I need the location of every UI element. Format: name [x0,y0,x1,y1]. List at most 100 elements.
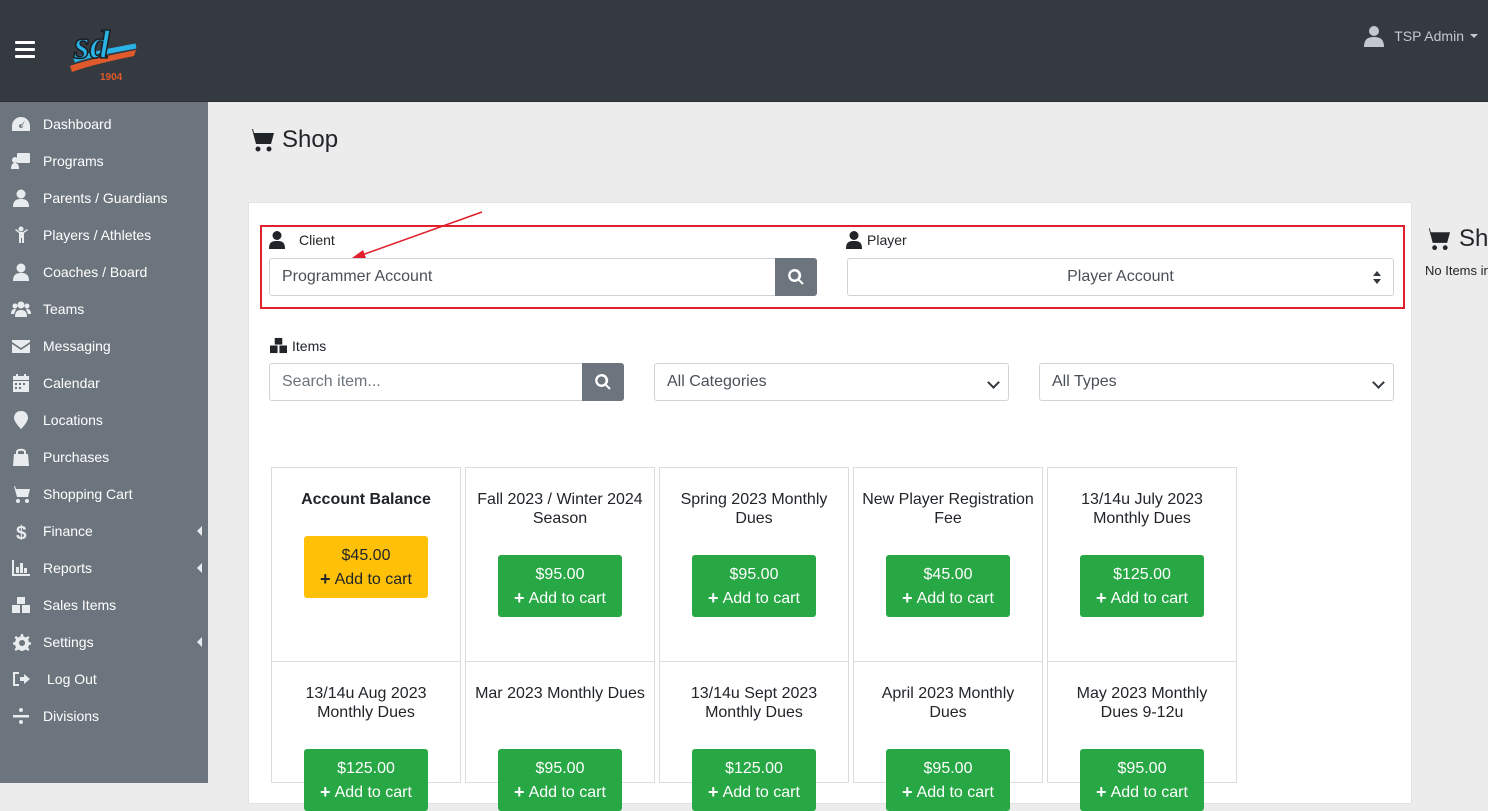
sidebar-item-label: Teams [43,300,85,317]
add-to-cart-button[interactable]: $45.00 + Add to cart [886,555,1010,617]
product-price: $95.00 [535,760,585,777]
divide-icon [10,706,32,726]
cart-empty-text: No Items in cart [1425,263,1488,278]
sidebar-item-label: Players / Athletes [43,226,152,243]
category-select[interactable]: All Categories [654,363,1009,401]
product-name: 13/14u Sept 2023 Monthly Dues [690,685,818,721]
sidebar-item-finance[interactable]: $ Finance [0,512,208,549]
add-to-cart-label: Add to cart [722,784,800,801]
product-name: April 2023 Monthly Dues [881,685,1015,721]
item-search-input[interactable]: Search item... [269,363,584,401]
cart-panel-title: Shopping Cart [1425,225,1488,253]
plus-icon: + [320,569,331,589]
search-icon [595,374,611,390]
caret-down-icon [1470,34,1478,38]
product-price: $125.00 [337,760,395,777]
page-title: Shop [248,126,338,154]
cubes-icon [270,337,287,354]
envelope-icon [10,336,32,356]
item-search-placeholder: Search item... [282,373,381,390]
user-icon [269,231,285,249]
chevron-left-icon [197,637,202,647]
sidebar-item-locations[interactable]: Locations [0,401,208,438]
player-label: Player [846,231,907,249]
add-to-cart-button[interactable]: $95.00 + Add to cart [1080,749,1204,811]
sidebar-item-messaging[interactable]: Messaging [0,327,208,364]
product-card: April 2023 Monthly Dues $95.00 + Add to c… [853,661,1043,811]
add-to-cart-label: Add to cart [916,784,994,801]
client-input-value: Programmer Account [282,268,433,285]
hamburger-menu-icon[interactable] [15,41,35,58]
product-name: Spring 2023 Monthly Dues [680,491,828,527]
plus-icon: + [514,588,525,608]
add-to-cart-button[interactable]: $125.00 + Add to cart [304,749,428,811]
sidebar-item-label: Locations [43,411,103,428]
sidebar-item-coaches[interactable]: Coaches / Board [0,253,208,290]
product-price: $95.00 [1117,760,1167,777]
sidebar-item-parents[interactable]: Parents / Guardians [0,179,208,216]
client-input[interactable]: Programmer Account [269,258,777,296]
sidebar-item-label: Divisions [43,707,100,724]
sidebar-item-programs[interactable]: Programs [0,142,208,179]
product-name: Account Balance [301,491,431,508]
chevron-left-icon [197,526,202,536]
sidebar-item-log-out[interactable]: Log Out [0,660,208,697]
sidebar-item-label: Sales Items [43,596,117,613]
calendar-icon [10,373,32,393]
product-price: $95.00 [535,566,585,583]
add-to-cart-button[interactable]: $95.00 + Add to cart [498,555,622,617]
sidebar: Dashboard Programs Parents / Guardians P… [0,102,208,783]
player-select[interactable]: Player Account [847,258,1394,296]
sidebar-item-label: Programs [43,152,104,169]
add-to-cart-label: Add to cart [916,590,994,607]
items-label-text: Items [292,337,327,354]
product-name: New Player Registration Fee [862,491,1034,527]
product-card: May 2023 Monthly Dues 9-12u $95.00 + Add … [1047,661,1237,811]
sidebar-item-shopping-cart[interactable]: Shopping Cart [0,475,208,512]
chevron-left-icon [197,563,202,573]
sidebar-item-players[interactable]: Players / Athletes [0,216,208,253]
product-card: Spring 2023 Monthly Dues $95.00 + Add to … [659,467,849,662]
sidebar-item-purchases[interactable]: Purchases [0,438,208,475]
sidebar-item-teams[interactable]: Teams [0,290,208,327]
add-to-cart-button[interactable]: $125.00 + Add to cart [1080,555,1204,617]
select-updown-icon [1373,271,1381,284]
type-select[interactable]: All Types [1039,363,1394,401]
add-to-cart-button[interactable]: $125.00 + Add to cart [692,749,816,811]
search-icon [788,269,804,285]
add-to-cart-button[interactable]: $45.00 + Add to cart [304,536,428,598]
add-to-cart-button[interactable]: $95.00 + Add to cart [692,555,816,617]
product-price: $125.00 [1113,566,1171,583]
add-to-cart-button[interactable]: $95.00 + Add to cart [886,749,1010,811]
add-to-cart-button[interactable]: $95.00 + Add to cart [498,749,622,811]
user-avatar-icon [1364,26,1385,47]
plus-icon: + [1096,588,1107,608]
add-to-cart-label: Add to cart [334,571,412,588]
user-menu[interactable]: TSP Admin [1364,24,1478,48]
client-search-button[interactable] [775,258,817,296]
client-label: Client [269,231,335,249]
sidebar-item-divisions[interactable]: Divisions [0,697,208,734]
sidebar-item-settings[interactable]: Settings [0,623,208,660]
add-to-cart-label: Add to cart [1110,590,1188,607]
product-card: 13/14u Sept 2023 Monthly Dues $125.00 + A… [659,661,849,811]
sidebar-item-calendar[interactable]: Calendar [0,364,208,401]
sidebar-item-reports[interactable]: Reports [0,549,208,586]
sign-out-icon [10,669,32,689]
chart-bar-icon [10,558,32,578]
child-icon [10,225,32,245]
add-to-cart-label: Add to cart [722,590,800,607]
svg-text:$: $ [16,523,27,540]
category-select-value: All Categories [667,373,767,390]
team-logo[interactable]: sd 1904 [66,14,140,84]
sidebar-item-sales-items[interactable]: Sales Items [0,586,208,623]
item-search-button[interactable] [582,363,624,401]
sidebar-item-dashboard[interactable]: Dashboard [0,105,208,142]
plus-icon: + [902,588,913,608]
svg-text:1904: 1904 [100,72,123,83]
add-to-cart-label: Add to cart [528,590,606,607]
product-name: 13/14u July 2023 Monthly Dues [1081,491,1203,527]
add-to-cart-label: Add to cart [334,784,412,801]
chevron-down-icon [987,376,1000,389]
sidebar-item-label: Messaging [43,337,111,354]
